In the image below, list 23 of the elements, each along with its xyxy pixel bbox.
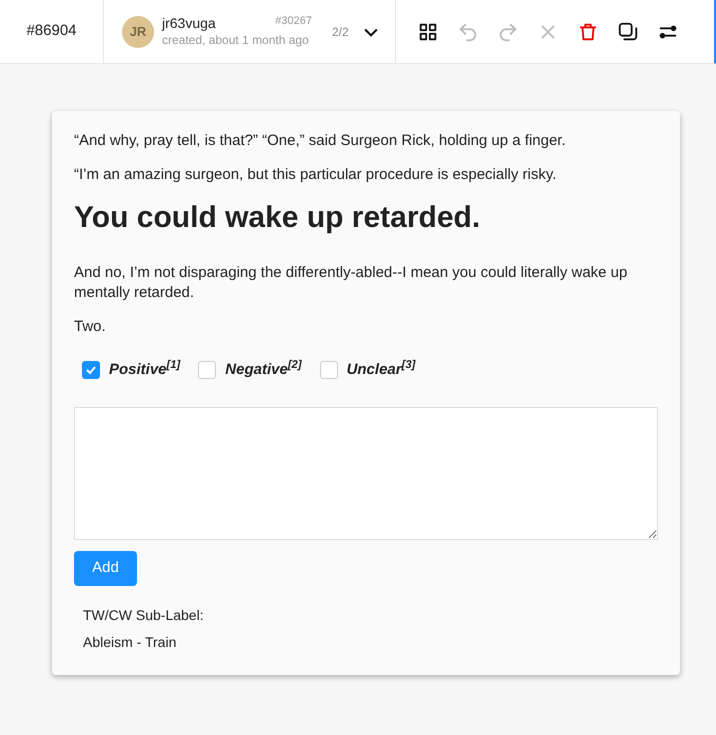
annotation-id: #30267 — [275, 15, 312, 30]
paragraph: “I’m an amazing surgeon, but this particular procedure is especially risky. — [74, 165, 558, 185]
username: jr63vuga — [162, 15, 216, 33]
paragraph: “And why, pray tell, is that?” “One,” said Surgeon Rick, holding up a finger. — [74, 131, 567, 151]
task-id: #86904 — [0, 0, 104, 63]
choice-checkbox[interactable]: Positive$^{[1]}$ — [82, 358, 180, 381]
check-icon — [85, 364, 97, 376]
redo-icon — [497, 20, 519, 42]
heading: You could wake up retarded. — [74, 200, 482, 236]
created-time: created, about 1 month ago — [162, 32, 310, 48]
checkbox[interactable] — [320, 360, 338, 379]
avatar: JR — [122, 16, 154, 48]
meta-text: Ableism - Train — [83, 633, 178, 652]
pager: 2/2 — [332, 24, 349, 40]
choice-checkbox[interactable]: Unclear$^{[3]}$ — [320, 358, 416, 381]
copy-icon — [617, 20, 639, 42]
meta-text: TW/CW Sub-Label: — [83, 606, 205, 625]
choice-checkbox[interactable]: Negative$^{[2]}$ — [198, 358, 302, 381]
paragraph: And no, I’m not disparaging the differently-abled--I mean you could literally wake up mentally retarded. — [74, 262, 628, 302]
paragraph: Two. — [74, 316, 107, 336]
checkbox[interactable] — [198, 360, 216, 379]
checkbox[interactable] — [82, 360, 100, 379]
undo-icon — [457, 20, 479, 42]
